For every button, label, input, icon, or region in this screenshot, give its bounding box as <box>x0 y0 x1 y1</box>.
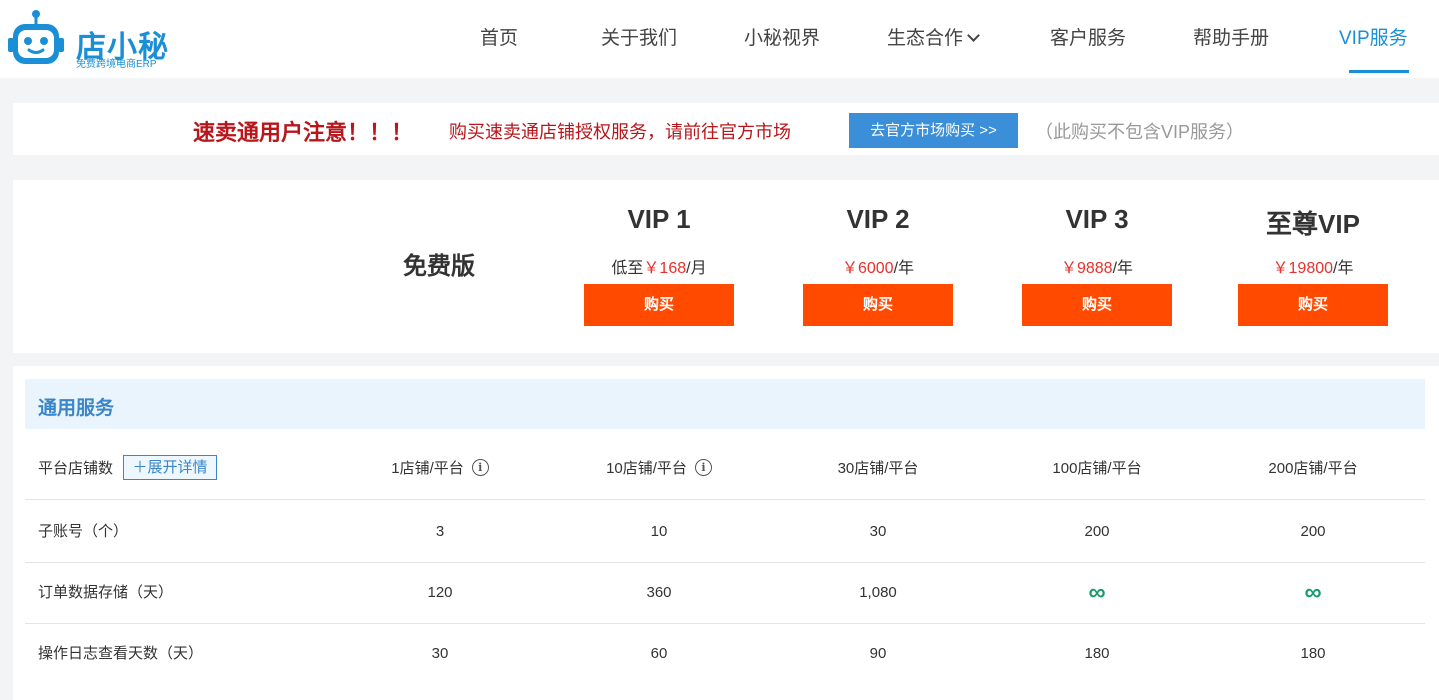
table-cell: 90 <box>869 645 887 662</box>
free-plan-title: 免费版 <box>403 253 475 280</box>
plan-vip1: VIP 1 低至￥168/月 购买 <box>569 180 749 353</box>
info-icon[interactable]: i <box>694 458 712 476</box>
plan-price: ￥19800/年 <box>1223 254 1403 278</box>
table-cell: 3 <box>435 523 445 540</box>
plan-name: VIP 3 <box>1065 204 1129 234</box>
table-row: 子账号（个） 3 10 30 200 200 <box>25 501 1425 563</box>
price-amount: ￥9888 <box>1060 260 1113 277</box>
notice-text: 购买速卖通店铺授权服务，请前往官方市场 <box>449 122 791 142</box>
table-cell: 180 <box>1300 645 1326 662</box>
official-market-button[interactable]: 去官方市场购买 >> <box>849 113 1018 148</box>
info-icon[interactable]: i <box>471 458 489 476</box>
nav-ecosystem[interactable]: 生态合作 <box>887 25 980 53</box>
table-row: 订单数据存储（天） 120 360 1,080 ∞ ∞ <box>25 562 1425 624</box>
plan-price: ￥9888/年 <box>1007 254 1187 278</box>
nav-ecosystem-label: 生态合作 <box>887 28 964 49</box>
row-label: 操作日志查看天数（天） <box>38 645 204 662</box>
feature-table: 通用服务 平台店铺数 ＋展开详情 1店铺/平台 i 10店铺/平台 i 30店铺/平… <box>13 366 1439 700</box>
nav-vision[interactable]: 小秘视界 <box>744 25 820 53</box>
table-cell: 1店铺/平台 i <box>350 438 530 499</box>
notice-note: （此购买不包含VIP服务） <box>1035 122 1245 142</box>
cell-value: 10店铺/平台 <box>606 460 687 477</box>
plan-header: 免费版 VIP 1 低至￥168/月 购买 VIP 2 ￥6000/年 购买 V… <box>13 180 1439 353</box>
price-period: /年 <box>1112 260 1134 277</box>
table-cell: 30店铺/平台 <box>837 460 919 477</box>
top-header: 店小秘 免费跨境电商ERP 首页 关于我们 小秘视界 生态合作 客户服务 帮助手… <box>0 0 1439 78</box>
table-cell: 10店铺/平台 i <box>569 438 749 499</box>
price-amount: ￥168 <box>643 260 687 277</box>
table-cell: 200店铺/平台 <box>1268 460 1358 477</box>
buy-vip3-button[interactable]: 购买 <box>1022 284 1172 326</box>
nav-home[interactable]: 首页 <box>480 25 518 53</box>
row-label: 订单数据存储（天） <box>38 584 174 601</box>
price-period: /年 <box>1333 260 1354 277</box>
table-cell: 30 <box>869 523 887 540</box>
table-cell: 200 <box>1084 523 1110 540</box>
aliexpress-notice: 速卖通用户注意！！！ 购买速卖通店铺授权服务，请前往官方市场 去官方市场购买 >… <box>13 103 1439 155</box>
nav-active-underline <box>1349 70 1409 73</box>
plan-name: VIP 1 <box>627 204 691 234</box>
table-row: 平台店铺数 ＋展开详情 1店铺/平台 i 10店铺/平台 i 30店铺/平台 100… <box>25 438 1425 500</box>
infinity-icon: ∞ <box>1088 579 1106 606</box>
plan-supreme-vip: 至尊VIP ￥19800/年 购买 <box>1223 180 1403 353</box>
plan-price: 低至￥168/月 <box>569 254 749 278</box>
infinity-icon: ∞ <box>1304 579 1322 606</box>
buy-vip1-button[interactable]: 购买 <box>584 284 734 326</box>
table-cell: 180 <box>1084 645 1110 662</box>
logo[interactable]: 店小秘 免费跨境电商ERP <box>4 8 174 70</box>
table-row: 操作日志查看天数（天） 30 60 90 180 180 <box>25 623 1425 684</box>
plan-name: VIP 2 <box>846 204 910 234</box>
section-title: 通用服务 <box>38 398 115 419</box>
table-cell: 1,080 <box>859 584 897 601</box>
price-amount: ￥6000 <box>841 260 894 277</box>
table-cell: 100店铺/平台 <box>1052 460 1142 477</box>
table-cell: 120 <box>427 584 453 601</box>
robot-logo-icon <box>8 10 64 64</box>
price-amount: ￥19800 <box>1272 260 1334 277</box>
price-period: /月 <box>686 260 707 277</box>
plan-price: ￥6000/年 <box>788 254 968 278</box>
expand-details-button[interactable]: ＋展开详情 <box>123 455 217 480</box>
buy-supreme-vip-button[interactable]: 购买 <box>1238 284 1388 326</box>
cell-value: 1店铺/平台 <box>391 460 464 477</box>
table-cell: 200 <box>1300 523 1326 540</box>
nav-help[interactable]: 帮助手册 <box>1193 25 1269 53</box>
row-label: 子账号（个） <box>38 523 129 540</box>
plan-name: 至尊VIP <box>1266 209 1360 239</box>
logo-subtitle: 免费跨境电商ERP <box>76 59 157 70</box>
section-header: 通用服务 <box>25 379 1425 429</box>
chevron-down-icon <box>967 29 980 42</box>
plan-vip2: VIP 2 ￥6000/年 购买 <box>788 180 968 353</box>
price-prefix: 低至 <box>611 260 644 277</box>
table-cell: 60 <box>650 645 668 662</box>
row-label: 平台店铺数 <box>38 460 114 477</box>
nav-about[interactable]: 关于我们 <box>601 25 677 53</box>
notice-title: 速卖通用户注意！！！ <box>193 120 414 145</box>
nav-vip[interactable]: VIP服务 <box>1339 25 1408 53</box>
nav-customer-service[interactable]: 客户服务 <box>1050 25 1126 53</box>
buy-vip2-button[interactable]: 购买 <box>803 284 953 326</box>
plan-vip3: VIP 3 ￥9888/年 购买 <box>1007 180 1187 353</box>
table-cell: 30 <box>431 645 449 662</box>
price-period: /年 <box>893 260 915 277</box>
table-cell: 10 <box>650 523 668 540</box>
table-cell: 360 <box>646 584 672 601</box>
